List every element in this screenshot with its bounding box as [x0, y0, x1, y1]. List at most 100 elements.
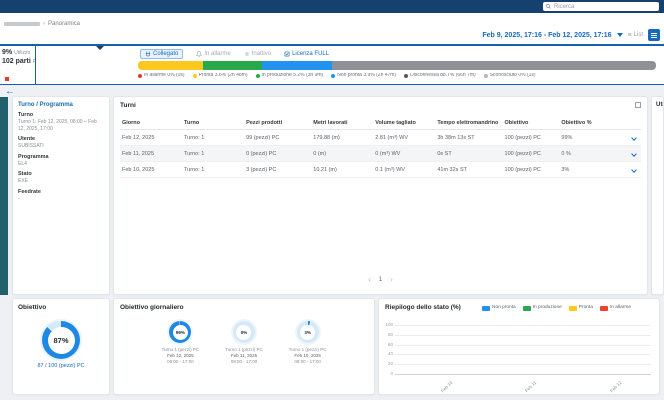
plug-icon: [145, 51, 151, 57]
status-segment-notready: [262, 61, 333, 70]
page-next-button[interactable]: ›: [390, 276, 393, 284]
shift-panel-title: Turno / Programma: [18, 102, 73, 108]
field-user: Utente SUBISSATI: [18, 136, 44, 149]
goal-percent: 87%: [47, 326, 75, 354]
table-row[interactable]: Feb 12, 2025 Turno: 1 99 (pezzi) PC 179.…: [120, 130, 641, 146]
field-feedrate: Feedrate -: [18, 188, 41, 202]
dashboard-page: Ricerca › Panoramica Feb 9, 2025, 17:16 …: [0, 0, 664, 400]
status-summary-plot: 100 80 60 40 20 0 Feb 10 Feb 11 Feb 12: [385, 322, 651, 393]
tag-connected: Collegato: [140, 49, 184, 59]
legend-item: Pronta 3.6% (2h 48m): [192, 73, 248, 78]
expand-icon[interactable]: [635, 102, 641, 108]
breadcrumb-current: Panoramica: [48, 21, 81, 27]
machine-status-bar: [138, 61, 656, 70]
machine-summary-card[interactable]: 9% Utilizzo 102 parti Prodotte: [0, 46, 36, 84]
alarm-status-dot: [5, 77, 9, 81]
date-toolbar: Feb 9, 2025, 17:16 - Feb 12, 2025, 17:16…: [482, 29, 660, 41]
chevron-down-icon[interactable]: [616, 33, 623, 37]
legend-item: Pronta: [568, 305, 593, 311]
legend-dot: [331, 73, 336, 78]
shift-program-card: Turno / Programma Turno Turno 1: Feb 12,…: [12, 96, 110, 295]
menu-button[interactable]: [648, 29, 660, 41]
breadcrumb-root-redacted[interactable]: [4, 22, 40, 26]
status-segment-ready: [138, 61, 203, 70]
list-icon: ≡: [627, 31, 632, 39]
page-prev-button[interactable]: ‹: [368, 276, 371, 284]
table-row[interactable]: Feb 11, 2025 Turno: 1 0 (pezzi) PC 0 (m)…: [120, 146, 641, 162]
x-axis-label: Feb 10: [440, 380, 454, 394]
row-expand-chevron-icon[interactable]: [631, 134, 637, 141]
breadcrumb: › Panoramica: [4, 21, 80, 27]
tag-in-alarm: In allarme: [196, 51, 231, 57]
machine-tags: Collegato In allarme Inattivo Licenza FU…: [140, 49, 329, 59]
search-icon: [546, 4, 551, 9]
bell-icon: [196, 51, 203, 57]
status-segment-producing: [202, 61, 263, 70]
utilization-card-title: Utilizzo: [656, 102, 664, 108]
pause-icon: [245, 52, 249, 56]
x-axis-label: Feb 11: [524, 380, 538, 394]
legend-item: Non pronta: [481, 305, 516, 311]
daily-goal-item: 3% Turno 1 (pezzi) PC Feb 10, 2025 08:00…: [289, 321, 326, 364]
goal-donut-gauge: 87%: [42, 321, 80, 359]
field-shift: Turno Turno 1: Feb 12, 2025, 08:00 – Feb…: [18, 112, 97, 132]
license-icon: [284, 51, 290, 57]
legend-item: Disconnessa 88.7% (66h 7m): [404, 73, 476, 78]
shifts-table-title: Turni: [120, 102, 136, 109]
legend-item: In produzione 5.2% (3h 9m): [255, 73, 323, 78]
top-navbar: Ricerca: [0, 0, 664, 13]
legend-chip: [481, 306, 490, 311]
status-legend: In allarme 0% (0s) Pronta 3.6% (2h 48m) …: [138, 73, 658, 78]
status-segment-disconnected: [332, 61, 656, 70]
legend-dot: [138, 73, 142, 78]
legend-chip: [522, 306, 531, 311]
legend-dot: [255, 73, 260, 78]
daily-donut-gauge: 99%: [169, 321, 192, 343]
parts-value: 102 parti: [2, 58, 31, 65]
parts-label: Prodotte: [32, 59, 36, 65]
band-bottom-divider: [0, 84, 664, 85]
shifts-table: Giorno Turno Pezzi prodotti Metri lavora…: [120, 116, 641, 178]
legend-dot: [483, 73, 488, 78]
goal-card: Obiettivo 87% 87 / 100 (pezzi) PC: [12, 298, 110, 395]
list-toggle[interactable]: ≡ List: [628, 32, 643, 39]
list-label: List: [633, 32, 643, 38]
active-machine-marker: [96, 46, 104, 50]
page-number[interactable]: 1: [379, 277, 382, 283]
legend-dot: [192, 73, 197, 78]
chart-legend: Non pronta In produzione Pronta In allar…: [481, 305, 631, 311]
daily-goal-item: 99% Turno 1 (pezzi) PC Feb 12, 2025 08:0…: [162, 321, 199, 364]
daily-goal-item: 0% Turno 1 (pezzi) PC Feb 11, 2025 08:00…: [225, 321, 263, 364]
legend-dot: [404, 73, 409, 78]
status-summary-card: Riepilogo dello stato (%) Non pronta In …: [378, 298, 660, 395]
table-header: Giorno Turno Pezzi prodotti Metri lavora…: [120, 116, 641, 130]
table-pagination: ‹ 1 ›: [114, 276, 647, 284]
legend-item: Non pronta 3.9% (2h 47m): [331, 73, 396, 78]
date-range-selector[interactable]: Feb 9, 2025, 17:16 - Feb 12, 2025, 17:16: [482, 32, 611, 39]
menu-icon: [651, 32, 657, 34]
row-expand-chevron-icon[interactable]: [631, 166, 637, 173]
collapsed-panel-strip[interactable]: [0, 97, 8, 295]
legend-item: Sconosciuto 0% (1s): [483, 73, 536, 78]
breadcrumb-separator: ›: [43, 21, 45, 27]
legend-item: In produzione: [522, 305, 562, 311]
legend-item: In allarme: [599, 305, 631, 311]
goal-card-title: Obiettivo: [18, 304, 47, 311]
legend-item: In allarme 0% (0s): [138, 73, 185, 78]
tag-inactive: Inattivo: [244, 51, 271, 57]
daily-goal-title: Obiettivo giornaliero: [120, 304, 184, 311]
row-expand-chevron-icon[interactable]: [631, 150, 637, 157]
x-axis-label: Feb 12: [609, 380, 623, 394]
daily-donut-gauge: 3%: [296, 321, 319, 343]
utilization-card-clipped: Utilizzo: [651, 96, 664, 295]
tag-license: Licenza FULL: [284, 51, 329, 57]
utilization-label: Utilizzo: [14, 50, 31, 56]
table-row[interactable]: Feb 10, 2025 Turno: 1 3 (pezzi) PC 10.21…: [120, 162, 641, 178]
legend-chip: [568, 306, 577, 311]
field-state: Stato EXE: [18, 171, 32, 184]
search-placeholder: Ricerca: [554, 3, 575, 10]
search-input[interactable]: Ricerca: [543, 2, 659, 11]
utilization-value: 9%: [2, 49, 13, 56]
daily-goal-card: Obiettivo giornaliero 99% Turno 1 (pezzi…: [113, 298, 375, 395]
goal-caption: 87 / 100 (pezzi) PC: [37, 363, 85, 369]
